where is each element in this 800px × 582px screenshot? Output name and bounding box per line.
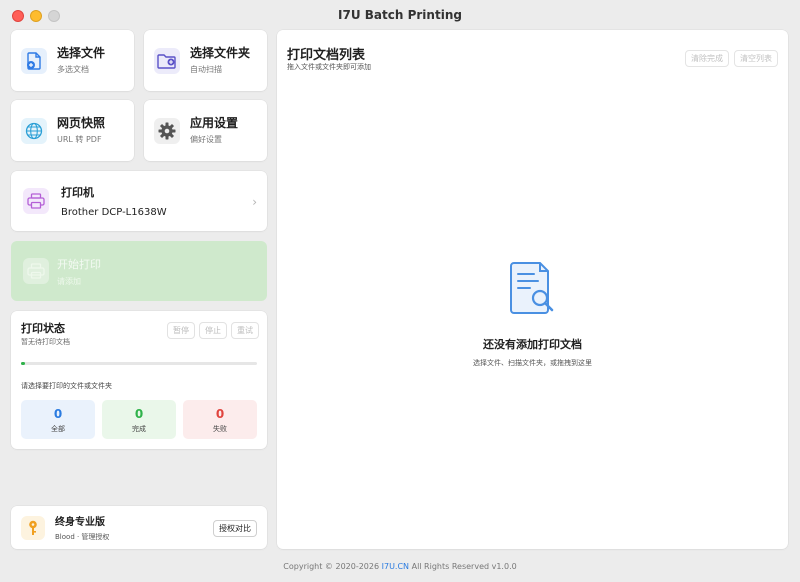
stat-done: 0 完成 xyxy=(102,400,176,439)
tile-title: 选择文件 xyxy=(57,46,106,60)
tile-subtitle: 自动扫描 xyxy=(190,65,222,74)
tile-subtitle: 偏好设置 xyxy=(190,135,222,144)
stat-failed-label: 失败 xyxy=(213,425,227,433)
stat-done-label: 完成 xyxy=(132,425,146,433)
window-controls xyxy=(12,10,60,22)
document-search-icon xyxy=(509,262,553,314)
stat-failed-value: 0 xyxy=(215,407,225,421)
retry-button[interactable]: 重试 xyxy=(231,322,259,339)
status-hint: 请选择要打印的文件或文件夹 xyxy=(21,382,112,390)
rights-text: All Rights Reserved v1.0.0 xyxy=(411,562,517,571)
clear-completed-button[interactable]: 清除完成 xyxy=(685,50,729,67)
print-status-title: 打印状态 xyxy=(21,322,65,335)
close-window-button[interactable] xyxy=(12,10,24,22)
tile-title: 选择文件夹 xyxy=(190,46,251,60)
app-settings-button[interactable]: 应用设置 偏好设置 xyxy=(144,100,267,161)
select-files-button[interactable]: 选择文件 多选文档 xyxy=(11,30,134,91)
add-folder-icon xyxy=(154,47,180,74)
license-subtitle: Blood · 管理授权 xyxy=(55,533,110,541)
minimize-window-button[interactable] xyxy=(30,10,42,22)
app-title: I7U Batch Printing xyxy=(338,8,462,22)
tile-title: 应用设置 xyxy=(190,116,239,130)
stat-total-value: 0 xyxy=(53,407,63,421)
print-list-title: 打印文档列表 xyxy=(287,48,366,63)
gear-icon xyxy=(154,117,180,144)
zoom-window-button[interactable] xyxy=(48,10,60,22)
add-file-icon xyxy=(21,47,47,74)
globe-icon xyxy=(21,117,47,144)
printer-icon xyxy=(23,258,49,284)
stat-done-value: 0 xyxy=(134,407,144,421)
print-status-panel: 打印状态 暂无待打印文档 暂停 停止 重试 请选择要打印的文件或文件夹 0 全部… xyxy=(11,311,267,449)
key-icon xyxy=(21,515,45,540)
web-snapshot-button[interactable]: 网页快照 URL 转 PDF xyxy=(11,100,134,161)
pause-button[interactable]: 暂停 xyxy=(167,322,195,339)
print-list-subtitle: 拖入文件或文件夹即可添加 xyxy=(287,63,371,71)
stat-total: 0 全部 xyxy=(21,400,95,439)
tile-subtitle: URL 转 PDF xyxy=(57,135,102,144)
license-compare-button[interactable]: 授权对比 xyxy=(213,520,257,537)
printer-label: 打印机 xyxy=(61,186,94,199)
progress-fill xyxy=(21,362,25,365)
print-status-subtitle: 暂无待打印文档 xyxy=(21,338,70,346)
stop-button[interactable]: 停止 xyxy=(199,322,227,339)
chevron-right-icon: › xyxy=(252,195,257,209)
tile-title: 网页快照 xyxy=(57,116,106,130)
footer: Copyright © 2020-2026 I7U.CN All Rights … xyxy=(0,562,800,571)
start-printing-button[interactable]: 开始打印 请添加 xyxy=(11,241,267,301)
copyright-text: Copyright © 2020-2026 xyxy=(283,562,380,571)
stat-total-label: 全部 xyxy=(51,425,65,433)
empty-state-title: 还没有添加打印文档 xyxy=(483,338,582,351)
license-card: 终身专业版 Blood · 管理授权 授权对比 xyxy=(11,506,267,549)
printer-name: Brother DCP-L1638W xyxy=(61,207,167,218)
title-bar: I7U Batch Printing xyxy=(0,0,800,30)
clear-list-button[interactable]: 清空列表 xyxy=(734,50,778,67)
printer-selector[interactable]: 打印机 Brother DCP-L1638W › xyxy=(11,171,267,231)
printer-icon xyxy=(23,188,49,214)
tile-subtitle: 多选文档 xyxy=(57,65,89,74)
license-title: 终身专业版 xyxy=(55,517,105,528)
empty-state-subtitle: 选择文件、扫描文件夹，或拖拽到这里 xyxy=(473,359,592,367)
select-folder-button[interactable]: 选择文件夹 自动扫描 xyxy=(144,30,267,91)
start-printing-subtitle: 请添加 xyxy=(57,276,81,286)
print-progress-bar xyxy=(21,362,257,365)
stat-failed: 0 失败 xyxy=(183,400,257,439)
empty-state: 还没有添加打印文档 选择文件、扫描文件夹，或拖拽到这里 xyxy=(277,260,788,368)
start-printing-label: 开始打印 xyxy=(57,257,101,271)
website-link[interactable]: I7U.CN xyxy=(382,562,409,571)
print-list-panel: 打印文档列表 拖入文件或文件夹即可添加 清除完成 清空列表 还没有添加打印文档 … xyxy=(277,30,788,549)
